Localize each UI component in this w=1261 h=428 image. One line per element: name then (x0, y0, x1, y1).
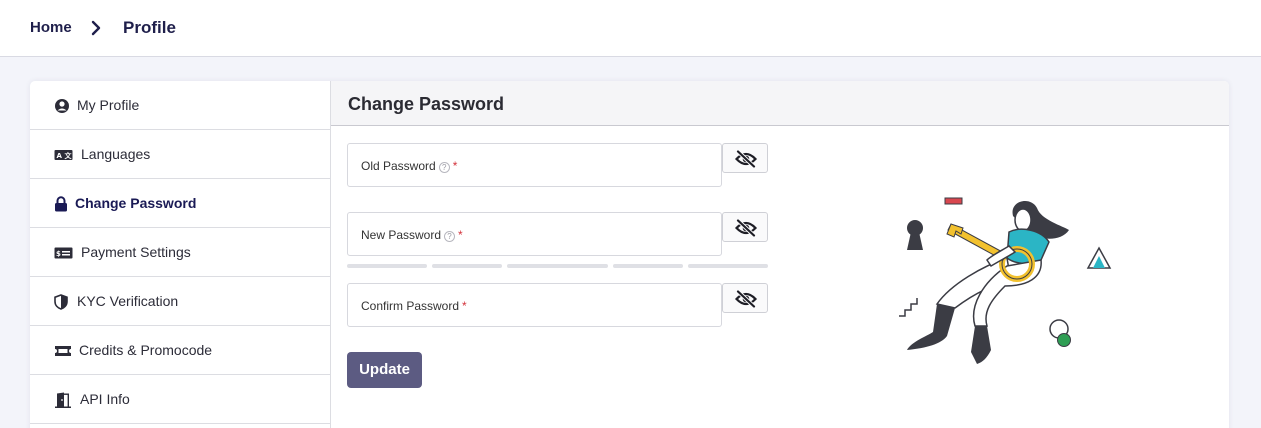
lock-icon (55, 196, 67, 212)
sidebar-item-label: Languages (81, 146, 151, 162)
password-key-illustration (899, 197, 1112, 364)
eye-slash-icon (735, 290, 757, 308)
toggle-new-password-visibility-button[interactable] (722, 212, 768, 242)
password-strength-segment (432, 264, 502, 268)
update-button[interactable]: Update (347, 352, 422, 388)
profile-sidebar: My Profile A 文 Languages Change Password… (30, 81, 331, 428)
translate-icon: A 文 (54, 150, 73, 160)
door-icon (55, 392, 71, 408)
top-bar: Home Profile (0, 0, 1261, 57)
toggle-confirm-password-visibility-button[interactable] (722, 283, 768, 313)
sidebar-item-label: KYC Verification (77, 293, 179, 309)
confirm-password-field[interactable]: Confirm Password * (347, 283, 722, 327)
breadcrumb-home-link[interactable]: Home (30, 19, 72, 36)
sidebar-item-change-password[interactable]: Change Password (30, 179, 330, 228)
sidebar-item-label: Change Password (75, 195, 197, 211)
password-strength-segment (507, 264, 608, 268)
old-password-field[interactable]: Old Password? * (347, 143, 722, 187)
eye-slash-icon (735, 219, 757, 237)
password-strength-segment (347, 264, 427, 268)
panel-header: Change Password (331, 81, 1229, 126)
help-icon[interactable]: ? (444, 231, 456, 242)
required-mark: * (452, 159, 458, 173)
svg-text:文: 文 (65, 151, 73, 160)
sidebar-item-label: Credits & Promocode (79, 342, 213, 358)
help-icon[interactable]: ? (438, 162, 450, 173)
old-password-label: Old Password? * (361, 159, 457, 173)
sidebar-item-label: My Profile (77, 97, 140, 113)
old-password-label-text: Old Password (361, 159, 436, 173)
toggle-old-password-visibility-button[interactable] (722, 143, 768, 173)
sidebar-item-label: Payment Settings (81, 244, 191, 260)
eye-slash-icon (735, 150, 757, 168)
new-password-label: New Password? * (361, 228, 463, 242)
sidebar-item-api-info[interactable]: API Info (30, 375, 330, 424)
required-mark: * (458, 228, 463, 242)
sidebar-item-payment-settings[interactable]: $ Payment Settings (30, 228, 330, 277)
password-strength-segment (613, 264, 683, 268)
user-circle-icon (55, 99, 69, 113)
new-password-field[interactable]: New Password? * (347, 212, 722, 256)
sidebar-item-label: API Info (80, 391, 130, 407)
sidebar-item-kyc-verification[interactable]: KYC Verification (30, 277, 330, 326)
panel-title: Change Password (348, 94, 505, 114)
new-password-label-text: New Password (361, 228, 442, 242)
change-password-panel: Change Password Old Password? * New Passw… (331, 81, 1229, 428)
required-mark: * (462, 299, 467, 313)
payment-card-icon: $ (54, 247, 73, 259)
sidebar-item-my-profile[interactable]: My Profile (30, 81, 330, 130)
shield-icon (54, 294, 68, 310)
password-strength-segment (688, 264, 768, 268)
profile-card: My Profile A 文 Languages Change Password… (30, 81, 1229, 428)
sidebar-item-credits-promocode[interactable]: Credits & Promocode (30, 326, 330, 375)
chevron-right-icon (91, 20, 101, 36)
sidebar-item-languages[interactable]: A 文 Languages (30, 130, 330, 179)
breadcrumb-current: Profile (123, 18, 176, 37)
svg-text:$: $ (56, 250, 61, 258)
ticket-icon (55, 346, 71, 356)
confirm-password-label: Confirm Password * (361, 299, 467, 313)
confirm-password-label-text: Confirm Password (361, 299, 460, 313)
svg-text:A: A (57, 152, 63, 160)
